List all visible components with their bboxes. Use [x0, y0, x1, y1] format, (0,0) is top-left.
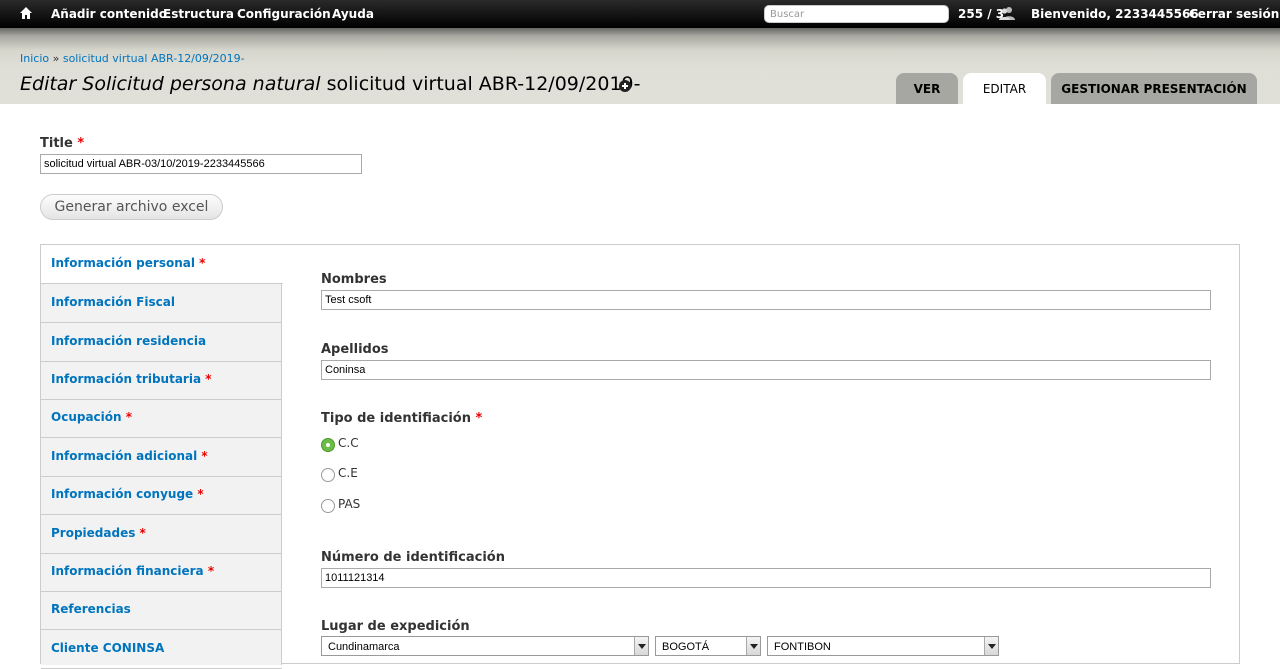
add-shortcut-icon[interactable] [619, 80, 631, 92]
vertical-tabs-list: Información personal * Información Fisca… [41, 245, 283, 669]
vtab-informacion-adicional[interactable]: Información adicional * [41, 438, 282, 477]
breadcrumb-current-link[interactable]: solicitud virtual ABR-12/09/2019- [63, 52, 245, 65]
vtab-informacion-tributaria[interactable]: Información tributaria * [41, 361, 282, 400]
menu-structure[interactable]: Estructura [163, 7, 234, 21]
welcome-text: Bienvenido, 2233445566 [1031, 7, 1199, 21]
chevron-down-icon [984, 637, 998, 655]
vtab-informacion-fiscal[interactable]: Información Fiscal [41, 284, 282, 323]
chevron-down-icon [746, 637, 760, 655]
numero-identificacion-input[interactable] [321, 568, 1211, 588]
apellidos-input[interactable] [321, 360, 1211, 380]
numero-identificacion-label: Número de identificación [321, 550, 505, 565]
vtab-informacion-residencia[interactable]: Información residencia [41, 323, 282, 362]
nombres-input[interactable] [321, 290, 1211, 310]
apellidos-label: Apellidos [321, 342, 389, 357]
breadcrumb: Inicio » solicitud virtual ABR-12/09/201… [20, 52, 245, 65]
vtab-informacion-financiera[interactable]: Información financiera * [41, 553, 282, 592]
ciudad-select[interactable]: BOGOTÁ [655, 636, 761, 656]
users-count: 255 / 3 [958, 7, 1005, 21]
vtab-ocupacion[interactable]: Ocupación * [41, 399, 282, 438]
page-title: Editar Solicitud persona natural solicit… [20, 73, 641, 95]
vtab-informacion-conyuge[interactable]: Información conyuge * [41, 476, 282, 515]
vtab-propiedades[interactable]: Propiedades * [41, 515, 282, 554]
chevron-down-icon [634, 637, 648, 655]
title-label: Title * [40, 136, 85, 151]
users-icon [999, 7, 1015, 20]
lugar-expedicion-label: Lugar de expedición [321, 619, 470, 634]
departamento-select[interactable]: Cundinamarca [321, 636, 649, 656]
admin-toolbar: Añadir contenido Estructura Configuració… [0, 0, 1280, 28]
vtab-informacion-personal[interactable]: Información personal * [41, 245, 283, 284]
title-input[interactable] [40, 154, 362, 174]
tab-view[interactable]: Ver [896, 73, 958, 104]
vtab-cliente-coninsa[interactable]: Cliente CONINSA [41, 630, 282, 669]
logout-link[interactable]: Cerrar sesión [1189, 7, 1279, 21]
menu-help[interactable]: Ayuda [332, 7, 374, 21]
radio-button-checked[interactable] [321, 438, 335, 452]
breadcrumb-home-link[interactable]: Inicio [20, 52, 49, 65]
tab-manage-display[interactable]: Gestionar presentación [1051, 73, 1257, 104]
radio-button[interactable] [321, 499, 335, 513]
search-input[interactable] [764, 5, 949, 23]
breadcrumb-separator: » [49, 52, 63, 65]
page-header: Inicio » solicitud virtual ABR-12/09/201… [0, 28, 1280, 104]
menu-add-content[interactable]: Añadir contenido [51, 7, 167, 21]
menu-configuration[interactable]: Configuración [237, 7, 331, 21]
radio-button[interactable] [321, 468, 335, 482]
vtab-referencias[interactable]: Referencias [41, 591, 282, 630]
home-icon[interactable] [19, 6, 33, 20]
nombres-label: Nombres [321, 272, 387, 287]
localidad-select[interactable]: FONTIBON [767, 636, 999, 656]
username-link[interactable]: 2233445566 [1115, 7, 1199, 21]
tipo-identificacion-label: Tipo de identifiación * [321, 411, 483, 426]
generate-excel-button[interactable]: Generar archivo excel [40, 194, 223, 220]
tab-edit[interactable]: Editar [963, 73, 1046, 104]
